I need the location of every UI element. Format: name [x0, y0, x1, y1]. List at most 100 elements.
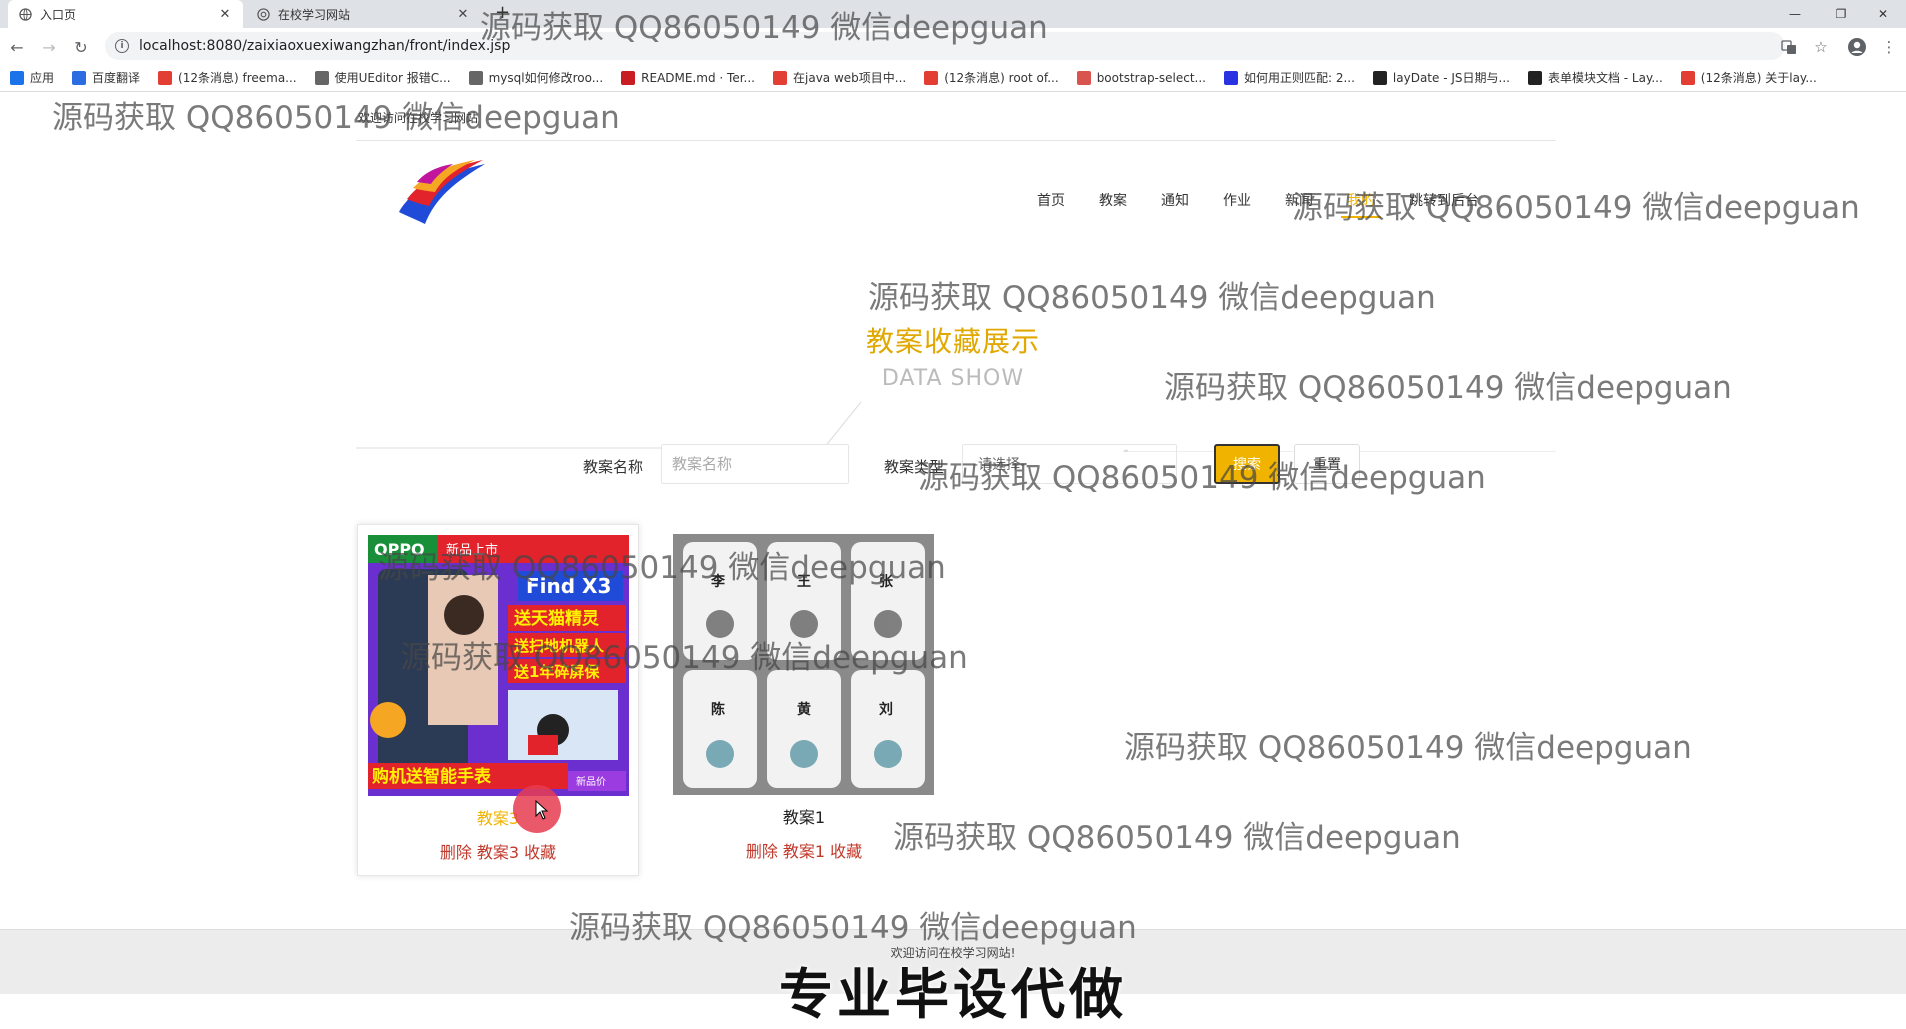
search-button[interactable]: 搜索	[1214, 444, 1280, 484]
bookmark-item[interactable]: 表单模块文档 - Lay...	[1527, 69, 1663, 86]
nav-item[interactable]: 首页	[1037, 190, 1065, 210]
apps-icon	[10, 70, 24, 85]
svg-text:刘: 刘	[879, 701, 893, 718]
star-icon[interactable]: ☆	[1810, 36, 1832, 58]
svg-text:李: 李	[710, 573, 726, 590]
csdn-icon	[773, 70, 787, 85]
divider	[356, 140, 1556, 141]
card-image-phone-ad[interactable]: OPPO 新品上市 Find X3 送天猫精灵 送扫地机器人 送1年碎屏保 购机…	[368, 535, 629, 796]
bookmark-item[interactable]: layDate - JS日期与...	[1372, 69, 1510, 86]
reset-button[interactable]: 重置	[1294, 444, 1360, 484]
name-input[interactable]	[661, 444, 849, 484]
address-toolbar: ← → ↻ i localhost:8080/zaixiaoxuexiwangz…	[0, 28, 1906, 64]
bookmark-item[interactable]: README.md · Ter...	[621, 70, 755, 85]
page-content: 欢迎访问在校学习网站 首页 教案 通知 作业 新闻 我的 跳转到后台 教案收藏展示 DATA…	[0, 92, 1906, 1028]
svg-text:送1年碎屏保: 送1年碎屏保	[513, 663, 600, 681]
svg-text:购机送智能手表: 购机送智能手表	[372, 766, 492, 787]
tab-entry-page[interactable]: 入口页 ✕	[8, 0, 243, 28]
svg-text:陈: 陈	[711, 701, 725, 718]
info-icon[interactable]: i	[115, 39, 129, 53]
svg-text:张: 张	[879, 574, 894, 590]
menu-icon[interactable]: ⋮	[1878, 36, 1900, 58]
bookmark-label: 应用	[30, 71, 55, 85]
close-icon[interactable]: ✕	[455, 7, 471, 22]
bookmark-label: (12条消息) root of...	[944, 71, 1059, 85]
link-icon	[468, 70, 483, 85]
bookmark-item[interactable]: (12条消息) root of...	[924, 69, 1059, 86]
nav-item[interactable]: 我的	[1341, 190, 1381, 218]
card-title[interactable]: 教案3	[358, 805, 638, 829]
bookmark-label: (12条消息) 关于lay...	[1700, 71, 1817, 85]
bookmark-label: 表单模块文档 - Lay...	[1547, 71, 1663, 85]
welcome-text: 欢迎访问在校学习网站	[358, 111, 479, 125]
card-actions[interactable]: 删除 教案3 收藏	[358, 839, 638, 863]
svg-text:新品上市: 新品上市	[446, 542, 498, 558]
forward-icon[interactable]: →	[38, 36, 60, 58]
svg-text:送扫地机器人: 送扫地机器人	[513, 637, 605, 655]
svg-text:送天猫精灵: 送天猫精灵	[514, 608, 600, 629]
url-text: localhost:8080/zaixiaoxuexiwangzhan/fron…	[139, 38, 511, 54]
section-title: 教案收藏展示	[865, 325, 1040, 358]
csdn-icon	[924, 70, 939, 85]
url-bar[interactable]: i localhost:8080/zaixiaoxuexiwangzhan/fr…	[105, 32, 1785, 60]
bookmark-item[interactable]: 百度翻译	[72, 69, 140, 86]
bookmark-label: bootstrap-select...	[1096, 70, 1206, 85]
nav-item[interactable]: 作业	[1223, 190, 1251, 210]
bookmark-label: layDate - JS日期与...	[1392, 71, 1510, 85]
collection-card[interactable]: 李 王 张 陈 黄 刘 教案1 删除 教案1 收藏	[663, 524, 945, 876]
card-title[interactable]: 教案1	[663, 804, 945, 828]
bootstrap-icon	[1076, 70, 1091, 85]
layui-icon	[1527, 70, 1542, 85]
bookmark-item[interactable]: 应用	[10, 69, 54, 86]
browser-tab-strip: 入口页 ✕ 在校学习网站 ✕ + — ❐ ✕	[0, 0, 1906, 28]
bookmark-item[interactable]: mysql如何修改roo...	[468, 69, 604, 86]
baidu-icon	[1223, 70, 1238, 85]
nav-item[interactable]: 教案	[1099, 190, 1127, 210]
close-window-icon[interactable]: ✕	[1860, 0, 1906, 28]
nav-item[interactable]: 跳转到后台	[1409, 190, 1479, 210]
svg-text:Find X3: Find X3	[526, 574, 611, 598]
minimize-icon[interactable]: —	[1772, 0, 1818, 28]
new-tab-button[interactable]: +	[495, 2, 510, 23]
nav-item[interactable]: 通知	[1161, 190, 1189, 210]
bookmark-item[interactable]: (12条消息) 关于lay...	[1680, 69, 1817, 86]
card-actions[interactable]: 删除 教案1 收藏	[663, 838, 945, 862]
type-select-value: -请选择-	[973, 457, 1026, 473]
mouse-cursor-icon	[535, 800, 549, 820]
section-subtitle: DATA SHOW	[881, 366, 1025, 391]
bookmark-item[interactable]: 在java web项目中...	[773, 69, 906, 86]
bookmark-item[interactable]: 使用UEditor 报错C...	[314, 69, 451, 86]
bookmark-item[interactable]: (12条消息) freema...	[158, 69, 297, 86]
csdn-icon	[1680, 70, 1695, 85]
bookmark-label: (12条消息) freema...	[178, 71, 297, 85]
nav-item[interactable]: 新闻	[1285, 190, 1313, 210]
link-icon	[314, 70, 329, 85]
card-image-shirts[interactable]: 李 王 张 陈 黄 刘	[673, 534, 934, 795]
bookmark-item[interactable]: bootstrap-select...	[1076, 70, 1206, 85]
translate-icon[interactable]	[1778, 36, 1800, 58]
bookmark-label: README.md · Ter...	[641, 70, 755, 85]
restore-icon[interactable]: ❐	[1818, 0, 1864, 28]
promo-caption: 专业毕设代做	[779, 963, 1127, 1026]
collection-card[interactable]: OPPO 新品上市 Find X3 送天猫精灵 送扫地机器人 送1年碎屏保 购机…	[357, 524, 639, 876]
type-label: 教案类型	[884, 458, 945, 476]
bookmark-label: 使用UEditor 报错C...	[334, 71, 451, 85]
svg-text:OPPO: OPPO	[374, 540, 425, 559]
layui-icon	[1372, 70, 1387, 85]
globe-icon	[18, 7, 32, 21]
site-icon	[256, 7, 270, 21]
tab-title: 在校学习网站	[278, 7, 351, 22]
close-icon[interactable]: ✕	[217, 7, 233, 22]
profile-icon[interactable]	[1846, 36, 1868, 58]
type-select[interactable]: -请选择-	[962, 444, 1177, 484]
back-icon[interactable]: ←	[6, 36, 28, 58]
search-form: 教案名称 教案类型 -请选择- 搜索 重置	[0, 444, 1906, 484]
site-logo[interactable]	[395, 154, 490, 229]
bookmark-item[interactable]: 如何用正则匹配: 2...	[1223, 69, 1355, 86]
bookmark-label: 在java web项目中...	[793, 71, 907, 85]
tab-study-site[interactable]: 在校学习网站 ✕	[246, 0, 481, 28]
bookmark-label: mysql如何修改roo...	[488, 71, 604, 85]
bookmark-label: 百度翻译	[92, 71, 141, 85]
reload-icon[interactable]: ↻	[70, 36, 92, 58]
tab-title: 入口页	[40, 7, 77, 22]
